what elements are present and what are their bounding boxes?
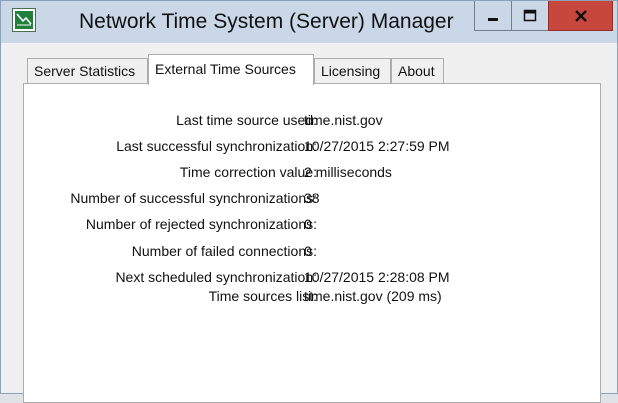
close-icon [574, 9, 587, 22]
stat-label: Number of failed connections: [131, 243, 317, 259]
app-window-icon[interactable] [13, 9, 35, 31]
tab-about[interactable]: About [391, 58, 444, 83]
tab-licensing[interactable]: Licensing [314, 58, 391, 83]
tab-server-statistics[interactable]: Server Statistics [27, 58, 148, 83]
stat-row-next-sync: Next scheduled synchronization: 10/27/20… [24, 269, 602, 287]
minimize-button[interactable] [474, 1, 512, 31]
stat-row-last-sync: Last successful synchronization: 10/27/2… [24, 138, 602, 156]
window-title: Network Time System (Server) Manager [79, 10, 454, 33]
close-button[interactable] [548, 1, 613, 31]
stat-label: Last successful synchronization: [116, 138, 317, 154]
stat-row-rejected-syncs: Number of rejected synchronizations: 0 [24, 216, 602, 234]
stat-label: Time correction value: [179, 164, 317, 180]
stat-value: 0 [304, 216, 312, 232]
stat-value: time.nist.gov [304, 112, 383, 128]
stat-label: Number of rejected synchronizations: [85, 216, 317, 232]
tab-control: Server Statistics External Time Sources … [1, 43, 617, 403]
tab-panel-external-time-sources: Last time source used: time.nist.gov Las… [23, 83, 601, 403]
stat-row-time-sources-list: Time sources list: time.nist.gov (209 ms… [24, 288, 602, 306]
stat-value: 0 [304, 243, 312, 259]
tab-external-time-sources[interactable]: External Time Sources [148, 54, 314, 85]
stat-row-last-source: Last time source used: time.nist.gov [24, 112, 602, 130]
app-window: Network Time System (Server) Manager Ser… [0, 0, 618, 403]
stat-value: 10/27/2015 2:27:59 PM [304, 138, 450, 154]
stat-label: Last time source used: [176, 112, 317, 128]
stat-value: time.nist.gov (209 ms) [304, 288, 442, 304]
stat-value: 2 milliseconds [304, 164, 392, 180]
stat-label: Next scheduled synchronization: [115, 269, 317, 285]
stat-value: 10/27/2015 2:28:08 PM [304, 269, 450, 285]
maximize-button[interactable] [511, 1, 549, 31]
title-bar[interactable]: Network Time System (Server) Manager [1, 1, 617, 43]
stat-label: Time sources list: [208, 288, 317, 304]
minimize-icon [488, 17, 498, 21]
stat-row-time-correction: Time correction value: 2 milliseconds [24, 164, 602, 182]
stat-value: 38 [304, 190, 320, 206]
maximize-icon [523, 9, 537, 21]
stat-label: Number of successful synchronizations: [70, 190, 317, 206]
stat-row-successful-syncs: Number of successful synchronizations: 3… [24, 190, 602, 208]
stat-row-failed-connections: Number of failed connections: 0 [24, 243, 602, 261]
